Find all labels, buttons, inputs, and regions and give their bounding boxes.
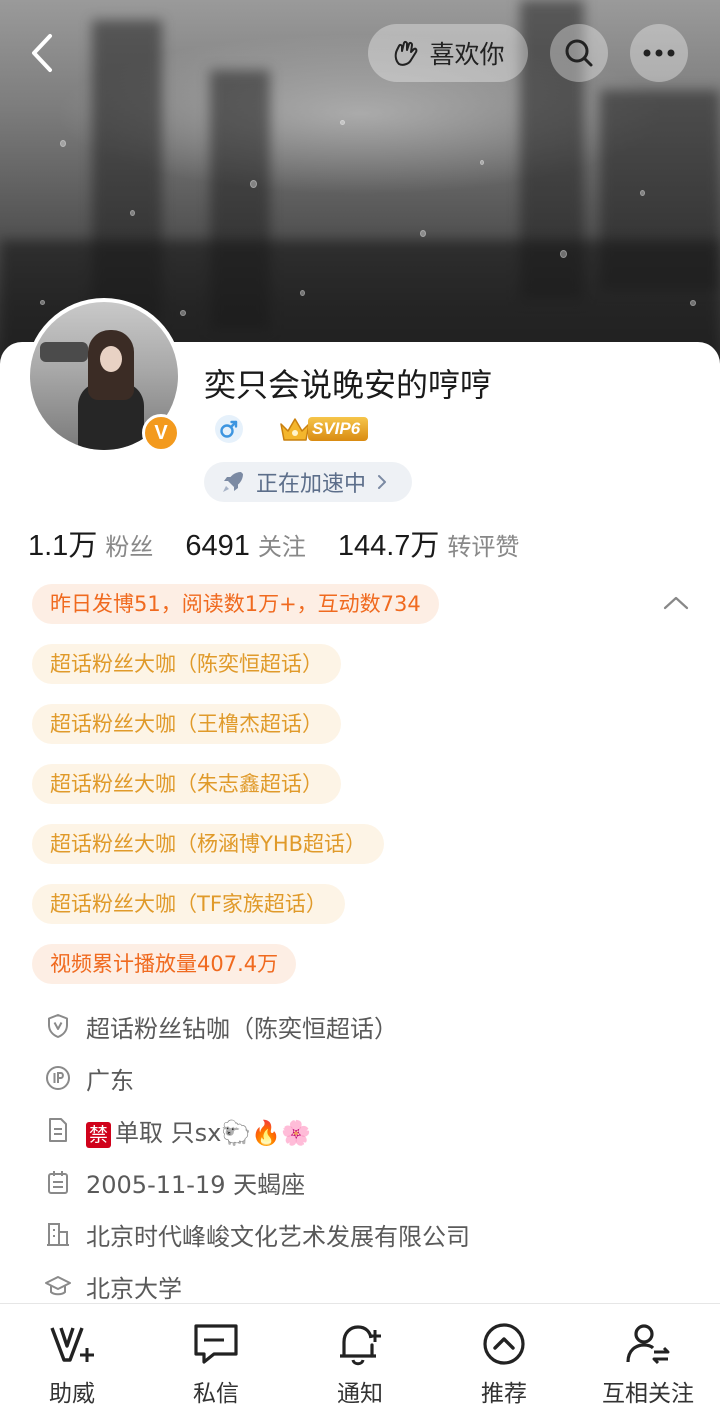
svip-badge[interactable]: SVIP6 [278,414,369,444]
svip-label: SVIP6 [308,417,369,441]
badge-text: 超话粉丝钻咖（陈奕恒超话） [86,1014,398,1043]
ip-location-icon [46,1066,70,1090]
info-row-ip: 广东 [44,1052,684,1104]
hand-wave-icon [395,40,418,66]
profile-info-list: 超话粉丝钻咖（陈奕恒超话） 广东 禁单取 只sx🐑🔥🌸 2005-11-19 天… [44,1000,684,1312]
tab-mutual-follow[interactable]: 互相关注 [588,1304,708,1408]
boost-label: 正在加速中 [256,472,367,497]
shield-icon [48,1014,68,1038]
bio-text-wrap: 禁单取 只sx🐑🔥🌸 [86,1113,311,1148]
bell-icon [340,1325,381,1366]
chevron-right-icon [378,475,387,489]
tab-notify-label: 通知 [337,1381,383,1407]
search-icon [565,39,593,67]
recommend-icon [483,1323,525,1365]
more-dots-icon [643,49,675,57]
birthday-text: 2005-11-19 天蝎座 [86,1170,306,1199]
username: 奕只会说晚安的哼哼 [204,366,493,404]
interactions-stat[interactable]: 144.7万 转评赞 [338,522,520,564]
bio-text: 单取 只sx🐑🔥🌸 [115,1118,311,1147]
tab-recommend-label: 推荐 [481,1381,527,1407]
chevron-up-icon[interactable] [662,592,690,614]
mutual-follow-icon [626,1324,670,1365]
tab-recommend[interactable]: 推荐 [444,1304,564,1408]
cheer-icon [50,1327,94,1362]
like-you-label: 喜欢你 [429,40,505,69]
following-stat[interactable]: 6491 关注 [185,527,306,563]
more-button[interactable] [630,24,688,82]
back-button[interactable] [22,28,62,78]
school-text: 北京大学 [86,1274,182,1303]
following-count: 6491 [185,530,250,562]
info-row-company[interactable]: 北京时代峰峻文化艺术发展有限公司 [44,1208,684,1260]
interactions-count: 144.7万 [337,530,440,562]
calendar-icon [48,1171,68,1194]
chevron-left-icon [32,34,52,72]
tag-video-plays[interactable]: 视频累计播放量407.4万 [32,944,297,984]
verified-badge: V [142,414,180,452]
tab-messages-label: 私信 [193,1381,239,1407]
graduation-cap-icon [45,1276,71,1296]
profile-stats: 1.1万 粉丝 6491 关注 144.7万 转评赞 [28,522,519,564]
ban-emoji: 禁 [86,1121,112,1148]
tag-superfan[interactable]: 超话粉丝大咖（TF家族超话） [32,884,345,924]
male-gender-icon [215,415,243,443]
tab-notify[interactable]: 通知 [300,1304,420,1408]
tag-superfan[interactable]: 超话粉丝大咖（杨涵博YHB超话） [32,824,385,864]
following-label: 关注 [257,533,306,561]
crown-icon [280,418,310,441]
tab-mutual-follow-label: 互相关注 [602,1381,694,1407]
achievement-tags: 昨日发博51，阅读数1万+，互动数734 超话粉丝大咖（陈奕恒超话） 超话粉丝大… [32,584,692,1004]
interactions-label: 转评赞 [447,533,520,561]
info-row-bio: 禁单取 只sx🐑🔥🌸 [44,1104,684,1156]
followers-label: 粉丝 [105,533,154,561]
info-row-birthday: 2005-11-19 天蝎座 [44,1156,684,1208]
tab-messages[interactable]: 私信 [156,1304,276,1408]
followers-stat[interactable]: 1.1万 粉丝 [28,522,153,564]
bottom-tab-bar: 助威 私信 通知 推荐 互相关注 [0,1303,720,1413]
like-you-button[interactable]: 喜欢你 [368,24,528,82]
info-row-badge[interactable]: 超话粉丝钻咖（陈奕恒超话） [44,1000,684,1052]
tag-daily-activity[interactable]: 昨日发博51，阅读数1万+，互动数734 [32,584,439,624]
company-text: 北京时代峰峻文化艺术发展有限公司 [86,1222,470,1251]
rocket-icon [223,472,243,492]
boost-status-button[interactable]: 正在加速中 [204,462,412,502]
tag-superfan[interactable]: 超话粉丝大咖（陈奕恒超话） [32,644,341,684]
ip-location-text: 广东 [86,1066,134,1095]
document-icon [49,1118,67,1142]
search-button[interactable] [550,24,608,82]
building-icon [47,1223,69,1246]
tag-superfan[interactable]: 超话粉丝大咖（王橹杰超话） [32,704,341,744]
followers-count: 1.1万 [28,530,98,562]
tag-superfan[interactable]: 超话粉丝大咖（朱志鑫超话） [32,764,341,804]
tab-cheer-label: 助威 [49,1381,95,1407]
message-icon [194,1324,238,1364]
tab-cheer[interactable]: 助威 [12,1304,132,1408]
